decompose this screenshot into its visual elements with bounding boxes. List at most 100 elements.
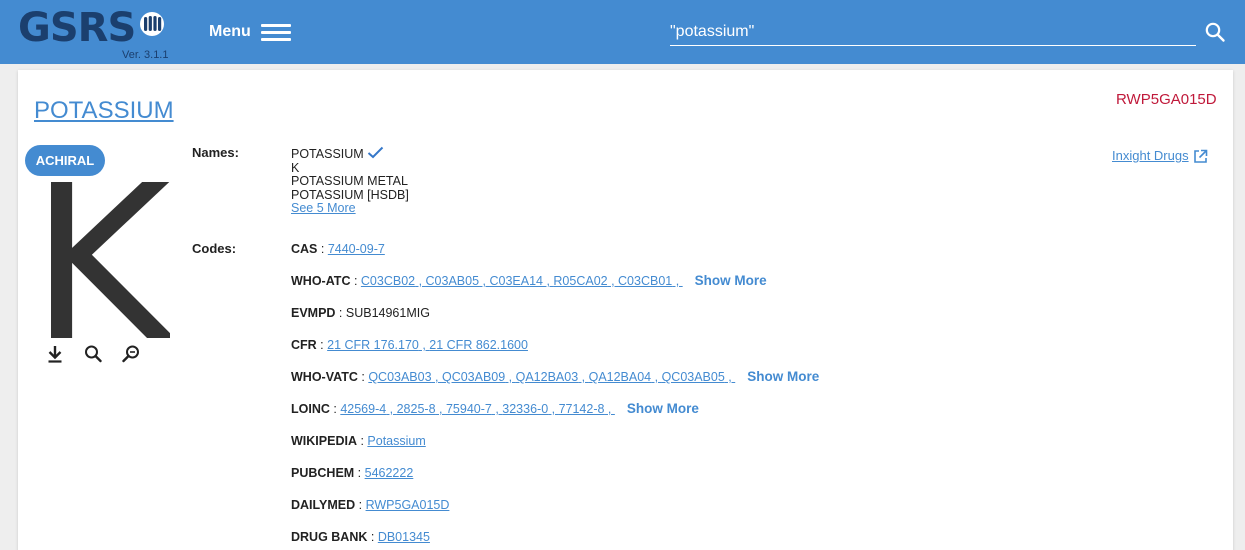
code-link[interactable]: 75940-7 (446, 402, 492, 416)
code-comma: , (672, 274, 683, 288)
logo-mark-icon (140, 12, 164, 36)
code-comma: , (386, 402, 397, 416)
code-system-label: LOINC (291, 402, 330, 416)
show-more-button[interactable]: Show More (747, 369, 819, 384)
code-row-wikipedia: WIKIPEDIA : Potassium (291, 433, 426, 449)
code-separator: : (367, 530, 378, 544)
code-link[interactable]: R05CA02 (553, 274, 607, 288)
structure-search-icon[interactable] (121, 343, 141, 365)
code-comma: , (435, 402, 446, 416)
names-label: Names: (192, 145, 239, 160)
code-comma: , (651, 370, 662, 384)
code-separator: : (356, 434, 368, 448)
code-value: SUB14961MIG (345, 306, 430, 320)
code-link[interactable]: 21 CFR 176.170 (327, 338, 419, 352)
code-row-cfr: CFR : 21 CFR 176.170 , 21 CFR 862.1600 (291, 337, 528, 353)
inxight-drugs-link[interactable]: Inxight Drugs (1112, 148, 1208, 164)
code-row-who-vatc: WHO-VATC : QC03AB03 , QC03AB09 , QA12BA0… (291, 369, 819, 385)
code-system-label: WHO-VATC (291, 370, 358, 384)
stereo-badge[interactable]: ACHIRAL (25, 145, 105, 176)
code-row-cas: CAS : 7440-09-7 (291, 241, 385, 257)
code-system-label: WHO-ATC (291, 274, 351, 288)
code-comma: , (578, 370, 589, 384)
code-link[interactable]: 5462222 (365, 466, 414, 480)
code-system-label: DRUG BANK (291, 530, 368, 544)
name-item: POTASSIUM (291, 146, 409, 162)
check-icon (367, 146, 383, 159)
code-link[interactable]: RWP5GA015D (366, 498, 450, 512)
code-link[interactable]: 2825-8 (397, 402, 436, 416)
code-system-label: EVMPD (291, 306, 336, 320)
substance-name-link[interactable]: POTASSIUM (34, 97, 174, 125)
code-comma: , (607, 274, 619, 288)
code-link[interactable]: 77142-8 (559, 402, 605, 416)
code-row-pubchem: PUBCHEM : 5462222 (291, 465, 413, 481)
code-row-evmpd: EVMPD : SUB14961MIG (291, 305, 430, 321)
code-row-who-atc: WHO-ATC : C03CB02 , C03AB05 , C03EA14 , … (291, 273, 767, 289)
code-separator: : (317, 242, 328, 256)
show-more-button[interactable]: Show More (627, 401, 699, 416)
code-link[interactable]: QA12BA04 (589, 370, 652, 384)
search-box (670, 16, 1196, 46)
approval-id: RWP5GA015D (1116, 91, 1217, 108)
code-separator: : (350, 274, 361, 288)
code-comma: , (505, 370, 516, 384)
code-comma: , (542, 274, 554, 288)
code-separator: : (357, 370, 369, 384)
code-link[interactable]: C03AB05 (426, 274, 480, 288)
code-system-label: PUBCHEM (291, 466, 355, 480)
structure-image[interactable]: K (40, 182, 170, 338)
structure-symbol: K (40, 182, 170, 338)
code-comma: , (604, 402, 615, 416)
code-link[interactable]: Potassium (367, 434, 425, 448)
code-link[interactable]: QA12BA03 (516, 370, 579, 384)
hamburger-icon (260, 22, 291, 42)
show-more-button[interactable]: Show More (695, 273, 767, 288)
code-row-dailymed: DAILYMED : RWP5GA015D (291, 497, 449, 513)
code-link[interactable]: 42569-4 (340, 402, 386, 416)
code-comma: , (415, 274, 426, 288)
code-row-loinc: LOINC : 42569-4 , 2825-8 , 75940-7 , 323… (291, 401, 699, 417)
code-system-label: CAS (291, 242, 318, 256)
code-row-drug-bank: DRUG BANK : DB01345 (291, 529, 430, 545)
code-link[interactable]: DB01345 (378, 530, 430, 544)
zoom-in-icon[interactable] (83, 343, 103, 365)
code-comma: , (418, 338, 430, 352)
see-more-names-link[interactable]: See 5 More (291, 201, 409, 216)
code-link[interactable]: QC03AB09 (442, 370, 505, 384)
names-list: POTASSIUM K POTASSIUM METAL POTASSIUM [H… (291, 146, 409, 216)
code-comma: , (548, 402, 559, 416)
menu-button[interactable]: Menu (209, 18, 291, 46)
gsrs-logo[interactable]: GSRS Ver. 3.1.1 (14, 4, 184, 62)
code-link[interactable]: C03CB02 (361, 274, 415, 288)
code-separator: : (316, 338, 328, 352)
code-separator: : (354, 466, 365, 480)
code-comma: , (491, 402, 503, 416)
code-separator: : (335, 306, 346, 320)
inxight-drugs-label: Inxight Drugs (1112, 148, 1189, 163)
code-link[interactable]: QC03AB05 (662, 370, 725, 384)
top-app-bar: GSRS Ver. 3.1.1 Menu (0, 0, 1245, 64)
code-system-label: WIKIPEDIA (291, 434, 357, 448)
code-system-label: DAILYMED (291, 498, 356, 512)
code-link[interactable]: 32336-0 (502, 402, 548, 416)
code-link[interactable]: QC03AB03 (368, 370, 431, 384)
code-link[interactable]: C03CB01 (618, 274, 672, 288)
code-separator: : (355, 498, 366, 512)
code-comma: , (431, 370, 442, 384)
search-input[interactable] (670, 16, 1196, 44)
menu-label: Menu (209, 23, 251, 40)
external-link-icon (1193, 149, 1207, 163)
code-link[interactable]: 7440-09-7 (328, 242, 385, 256)
download-icon[interactable] (45, 343, 65, 365)
code-link[interactable]: C03EA14 (489, 274, 543, 288)
search-icon[interactable] (1204, 21, 1226, 43)
name-item: K (291, 160, 300, 175)
code-comma: , (724, 370, 736, 384)
name-item: POTASSIUM METAL (291, 174, 408, 188)
substance-card (18, 70, 1233, 550)
code-separator: : (329, 402, 341, 416)
codes-label: Codes: (192, 241, 237, 256)
code-comma: , (479, 274, 490, 288)
code-link[interactable]: 21 CFR 862.1600 (429, 338, 528, 352)
